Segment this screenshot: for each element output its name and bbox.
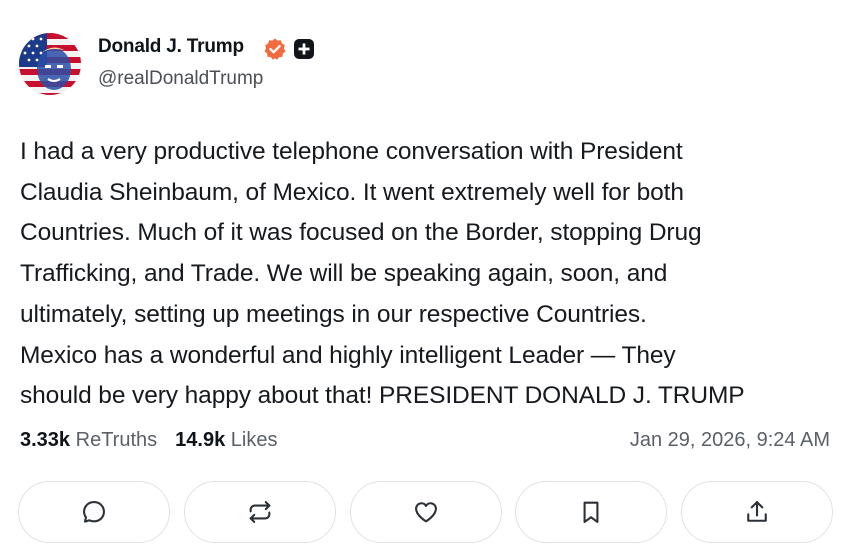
like-button[interactable] [349,481,502,543]
likes-count: 14.9k [175,429,226,451]
post-timestamp[interactable]: Jan 29, 2026, 9:24 AM [630,429,830,452]
author-display-name[interactable]: Donald J. Trump [98,36,244,58]
retruths-count: 3.33k [20,429,71,451]
retruth-button[interactable] [183,481,336,543]
repost-icon [249,501,271,523]
post-stats: 3.33k ReTruths 14.9k Likes [20,429,277,452]
post-body-line: I had a very productive telephone conver… [20,138,683,165]
action-bar [18,481,833,545]
post-card: Donald J. Trump @realDonaldTrump I had a… [0,0,850,553]
share-icon [747,501,767,522]
author-handle[interactable]: @realDonaldTrump [98,68,263,90]
bookmark-icon [583,501,599,523]
post-body-line: ultimately, setting up meetings in our r… [20,300,647,328]
post-body-line: Countries. Much of it was focused on the… [20,219,702,247]
retruths-stat[interactable]: 3.33k ReTruths [20,429,157,451]
likes-label: Likes [230,429,278,451]
bookmark-button[interactable] [515,481,668,543]
post-body: I had a very productive telephone conver… [20,132,835,417]
post-body-line: should be very happy about that! PRESIDE… [20,382,745,410]
reply-button[interactable] [18,481,170,543]
verified-badge-icon [263,37,287,61]
share-button[interactable] [681,481,833,543]
retruths-label: ReTruths [75,429,158,451]
post-body-line: Trafficking, and Trade. We will be speak… [20,260,668,288]
post-body-line: Claudia Sheinbaum, of Mexico. It went ex… [20,178,684,206]
plus-badge-icon [293,38,315,60]
heart-icon [414,502,437,523]
comment-icon [83,501,105,523]
author-avatar[interactable] [19,33,81,95]
post-body-line: Mexico has a wonderful and highly intell… [20,341,676,369]
likes-stat[interactable]: 14.9k Likes [175,429,277,451]
avatar-flag-portrait-icon [19,33,81,95]
